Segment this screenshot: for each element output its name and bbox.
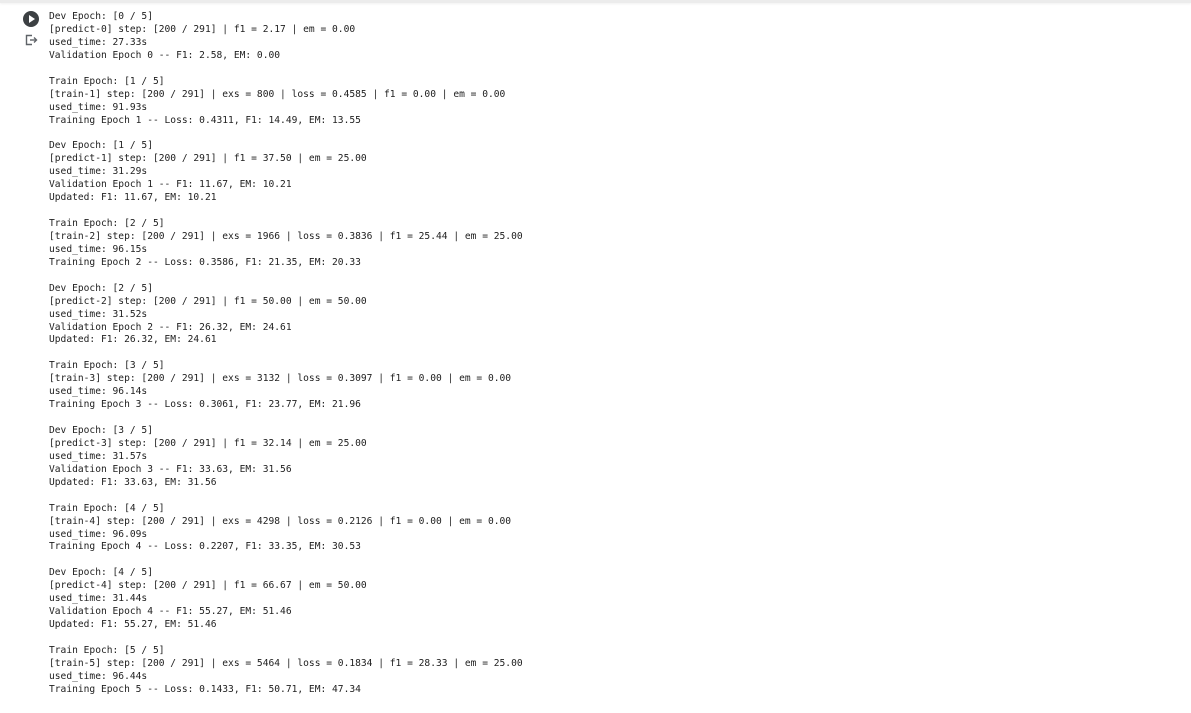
output-line: Validation Epoch 0 -- F1: 2.58, EM: 0.00	[49, 49, 281, 61]
output-line: used_time: 96.15s	[49, 243, 148, 255]
output-line: [train-5] step: [200 / 291] | exs = 5464…	[49, 657, 523, 669]
output-line: used_time: 96.09s	[49, 528, 148, 540]
output-line: used_time: 91.93s	[49, 101, 148, 113]
output-line: [train-2] step: [200 / 291] | exs = 1966…	[49, 230, 523, 242]
output-line: Dev Epoch: [1 / 5]	[49, 140, 153, 152]
output-line: Validation Epoch 4 -- F1: 55.27, EM: 51.…	[49, 606, 292, 618]
output-line: Train Epoch: [3 / 5]	[49, 360, 165, 372]
output-line: used_time: 96.14s	[49, 386, 148, 398]
output-line: Validation Epoch 3 -- F1: 33.63, EM: 31.…	[49, 463, 292, 475]
output-line: Train Epoch: [1 / 5]	[49, 75, 165, 87]
output-line: used_time: 31.52s	[49, 308, 148, 320]
output-line: used_time: 31.44s	[49, 593, 148, 605]
output-line: Training Epoch 4 -- Loss: 0.2207, F1: 33…	[49, 541, 361, 553]
output-line: [predict-2] step: [200 / 291] | f1 = 50.…	[49, 295, 367, 307]
cell-gutter	[0, 0, 44, 713]
output-line: Dev Epoch: [2 / 5]	[49, 282, 153, 294]
output-line: Training Epoch 2 -- Loss: 0.3586, F1: 21…	[49, 256, 361, 268]
output-line: Dev Epoch: [0 / 5]	[49, 11, 153, 22]
output-line: [train-1] step: [200 / 291] | exs = 800 …	[49, 88, 506, 100]
output-line: Training Epoch 1 -- Loss: 0.4311, F1: 14…	[49, 114, 361, 126]
output-line: Updated: F1: 11.67, EM: 10.21	[49, 192, 217, 204]
output-line: used_time: 27.33s	[49, 36, 148, 48]
output-line: [train-3] step: [200 / 291] | exs = 3132…	[49, 373, 512, 385]
output-line: [predict-3] step: [200 / 291] | f1 = 32.…	[49, 437, 367, 449]
output-line: Updated: F1: 55.27, EM: 51.46	[49, 619, 217, 631]
output-line: Train Epoch: [4 / 5]	[49, 502, 165, 514]
cell-output: Dev Epoch: [0 / 5] [predict-0] step: [200…	[49, 11, 1179, 697]
output-line: Dev Epoch: [3 / 5]	[49, 425, 153, 436]
output-line: Validation Epoch 2 -- F1: 26.32, EM: 24.…	[49, 321, 292, 333]
output-line: Dev Epoch: [4 / 5]	[49, 567, 153, 579]
output-line: Training Epoch 3 -- Loss: 0.3061, F1: 23…	[49, 399, 361, 411]
run-cell-button[interactable]	[23, 11, 39, 27]
output-line: [predict-0] step: [200 / 291] | f1 = 2.1…	[49, 23, 356, 35]
output-line: used_time: 31.29s	[49, 166, 148, 178]
output-line: Training Epoch 5 -- Loss: 0.1433, F1: 50…	[49, 683, 361, 695]
output-line: used_time: 31.57s	[49, 450, 148, 462]
output-line: [predict-4] step: [200 / 291] | f1 = 66.…	[49, 580, 367, 592]
output-line: Train Epoch: [2 / 5]	[49, 218, 165, 229]
output-line: Train Epoch: [5 / 5]	[49, 644, 165, 656]
output-line: [predict-1] step: [200 / 291] | f1 = 37.…	[49, 153, 367, 165]
output-redirect-icon[interactable]	[24, 33, 38, 47]
output-line: Updated: F1: 33.63, EM: 31.56	[49, 476, 217, 488]
output-line: [train-4] step: [200 / 291] | exs = 4298…	[49, 515, 512, 527]
cell-top-divider	[0, 0, 1191, 3]
output-line: Updated: F1: 26.32, EM: 24.61	[49, 334, 217, 346]
output-line: used_time: 96.44s	[49, 670, 148, 682]
output-line: Validation Epoch 1 -- F1: 11.67, EM: 10.…	[49, 179, 292, 191]
